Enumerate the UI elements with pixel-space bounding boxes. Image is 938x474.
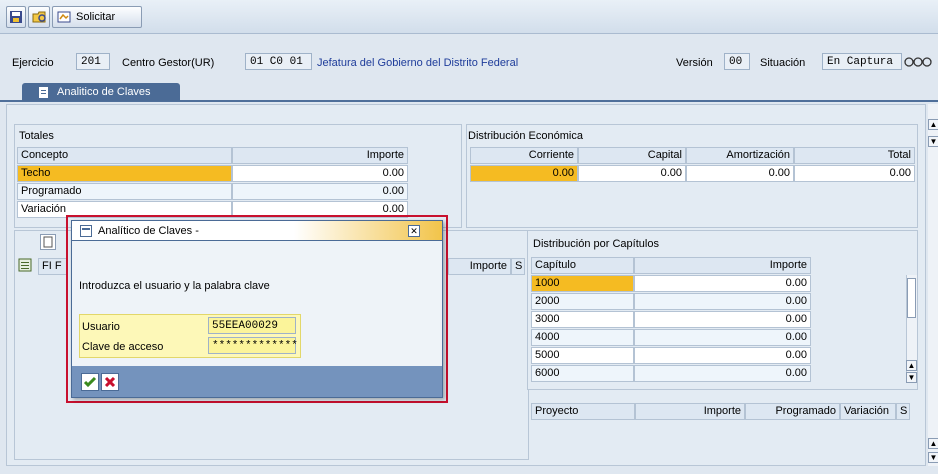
totales-row-concepto[interactable]: Programado xyxy=(17,183,232,200)
centro-gestor-label: Centro Gestor(UR) xyxy=(122,57,215,69)
cancel-button[interactable] xyxy=(101,373,119,391)
dist-econ-value-amortizacion[interactable]: 0.00 xyxy=(686,165,794,182)
scroll-down-bottom-icon[interactable]: ▼ xyxy=(928,452,938,463)
dist-cap-row-importe[interactable]: 0.00 xyxy=(634,311,811,328)
analitico-de-claves-dialog: Analítico de Claves - ✕ Introduzca el us… xyxy=(71,220,443,398)
usuario-label: Usuario xyxy=(82,321,120,333)
select-all-icon xyxy=(18,258,32,272)
dist-econ-header-corriente: Corriente xyxy=(470,147,578,164)
document-icon xyxy=(39,86,48,98)
situacion-label: Situación xyxy=(760,57,806,69)
ejercicio-label: Ejercicio xyxy=(12,57,54,69)
dialog-close-button[interactable]: ✕ xyxy=(408,225,420,237)
distribucion-economica-title: Distribución Económica xyxy=(468,130,583,142)
scroll-up-icon[interactable]: ▲ xyxy=(928,119,938,130)
totales-row-concepto[interactable]: Techo xyxy=(17,165,232,182)
dist-cap-row-capitulo[interactable]: 1000 xyxy=(531,275,634,292)
right-scrollbar[interactable] xyxy=(928,104,938,466)
dist-cap-header-capitulo: Capítulo xyxy=(531,257,634,274)
clave-input[interactable]: ************* xyxy=(208,337,298,354)
dist-cap-row-capitulo[interactable]: 4000 xyxy=(531,329,634,346)
select-all-button[interactable] xyxy=(18,258,36,275)
dist-cap-scroll-thumb[interactable] xyxy=(907,278,916,318)
tab-label: Analitico de Claves xyxy=(57,86,151,98)
lower-header-importe: Importe xyxy=(448,258,511,275)
version-field[interactable]: 00 xyxy=(724,53,750,70)
totales-header-concepto: Concepto xyxy=(17,147,232,164)
proyecto-header-programado: Programado xyxy=(745,403,840,420)
dialog-footer xyxy=(72,366,442,397)
dialog-title: Analítico de Claves - xyxy=(98,225,199,237)
dialog-instruction: Introduzca el usuario y la palabra clave xyxy=(79,280,270,292)
proyecto-header-s: S xyxy=(896,403,910,420)
close-icon: ✕ xyxy=(410,226,418,236)
usuario-input[interactable]: 55EEA00029 xyxy=(208,317,296,334)
totales-title: Totales xyxy=(19,130,54,142)
solicitar-button[interactable]: Solicitar xyxy=(52,6,142,28)
dist-cap-row-importe[interactable]: 0.00 xyxy=(634,275,811,292)
cancel-x-icon xyxy=(104,376,116,388)
centro-gestor-field[interactable]: 01 C0 01 xyxy=(245,53,312,70)
dist-econ-value-corriente[interactable]: 0.00 xyxy=(470,165,578,182)
clave-label: Clave de acceso xyxy=(82,341,164,353)
new-document-icon xyxy=(43,236,53,248)
dist-econ-value-capital[interactable]: 0.00 xyxy=(578,165,686,182)
situacion-field[interactable]: En Captura xyxy=(822,53,902,70)
solicitar-label: Solicitar xyxy=(76,11,116,23)
lower-header-s: S xyxy=(511,258,525,275)
lower-header-fi: FI F xyxy=(38,258,68,275)
dist-cap-row-importe[interactable]: 0.00 xyxy=(634,329,811,346)
dist-cap-row-importe[interactable]: 0.00 xyxy=(634,347,811,364)
proyecto-header-proyecto: Proyecto xyxy=(531,403,635,420)
dist-cap-row-capitulo[interactable]: 3000 xyxy=(531,311,634,328)
proyecto-header-importe: Importe xyxy=(635,403,745,420)
dist-econ-value-total[interactable]: 0.00 xyxy=(794,165,915,182)
dist-cap-scroll-up-icon[interactable]: ▲ xyxy=(906,360,917,371)
dist-cap-header-importe: Importe xyxy=(634,257,811,274)
dist-cap-row-capitulo[interactable]: 5000 xyxy=(531,347,634,364)
scroll-down-icon[interactable]: ▼ xyxy=(928,136,938,147)
distribucion-capitulos-title: Distribución por Capítulos xyxy=(533,238,659,250)
tab-analitico-de-claves[interactable]: Analitico de Claves xyxy=(22,83,180,101)
totales-row-importe[interactable]: 0.00 xyxy=(232,165,408,182)
totales-header-importe: Importe xyxy=(232,147,408,164)
dist-cap-row-capitulo[interactable]: 2000 xyxy=(531,293,634,310)
checkmark-icon xyxy=(83,376,97,388)
open-document-icon xyxy=(32,11,46,23)
scroll-up-bottom-icon[interactable]: ▲ xyxy=(928,438,938,449)
dist-econ-header-total: Total xyxy=(794,147,915,164)
ejercicio-field[interactable]: 201 xyxy=(76,53,110,70)
other-object-button[interactable] xyxy=(28,6,50,28)
detail-button[interactable] xyxy=(40,234,56,250)
dist-cap-row-importe[interactable]: 0.00 xyxy=(634,365,811,382)
dist-cap-row-importe[interactable]: 0.00 xyxy=(634,293,811,310)
confirm-button[interactable] xyxy=(81,373,99,391)
save-icon xyxy=(10,11,22,23)
dist-econ-header-amortizacion: Amortización xyxy=(686,147,794,164)
version-label: Versión xyxy=(676,57,713,69)
centro-gestor-description: Jefatura del Gobierno del Distrito Feder… xyxy=(317,57,519,69)
totales-row-importe[interactable]: 0.00 xyxy=(232,183,408,200)
dist-econ-header-capital: Capital xyxy=(578,147,686,164)
request-icon xyxy=(57,11,71,23)
proyecto-header-variacion: Variación xyxy=(840,403,896,420)
dist-cap-scroll-down-icon[interactable]: ▼ xyxy=(906,372,917,383)
dialog-title-bar: Analítico de Claves - ✕ xyxy=(72,221,442,241)
dist-cap-row-capitulo[interactable]: 6000 xyxy=(531,365,634,382)
save-button[interactable] xyxy=(6,6,26,28)
status-rings-icon xyxy=(904,57,932,67)
dialog-window-icon xyxy=(80,225,92,237)
